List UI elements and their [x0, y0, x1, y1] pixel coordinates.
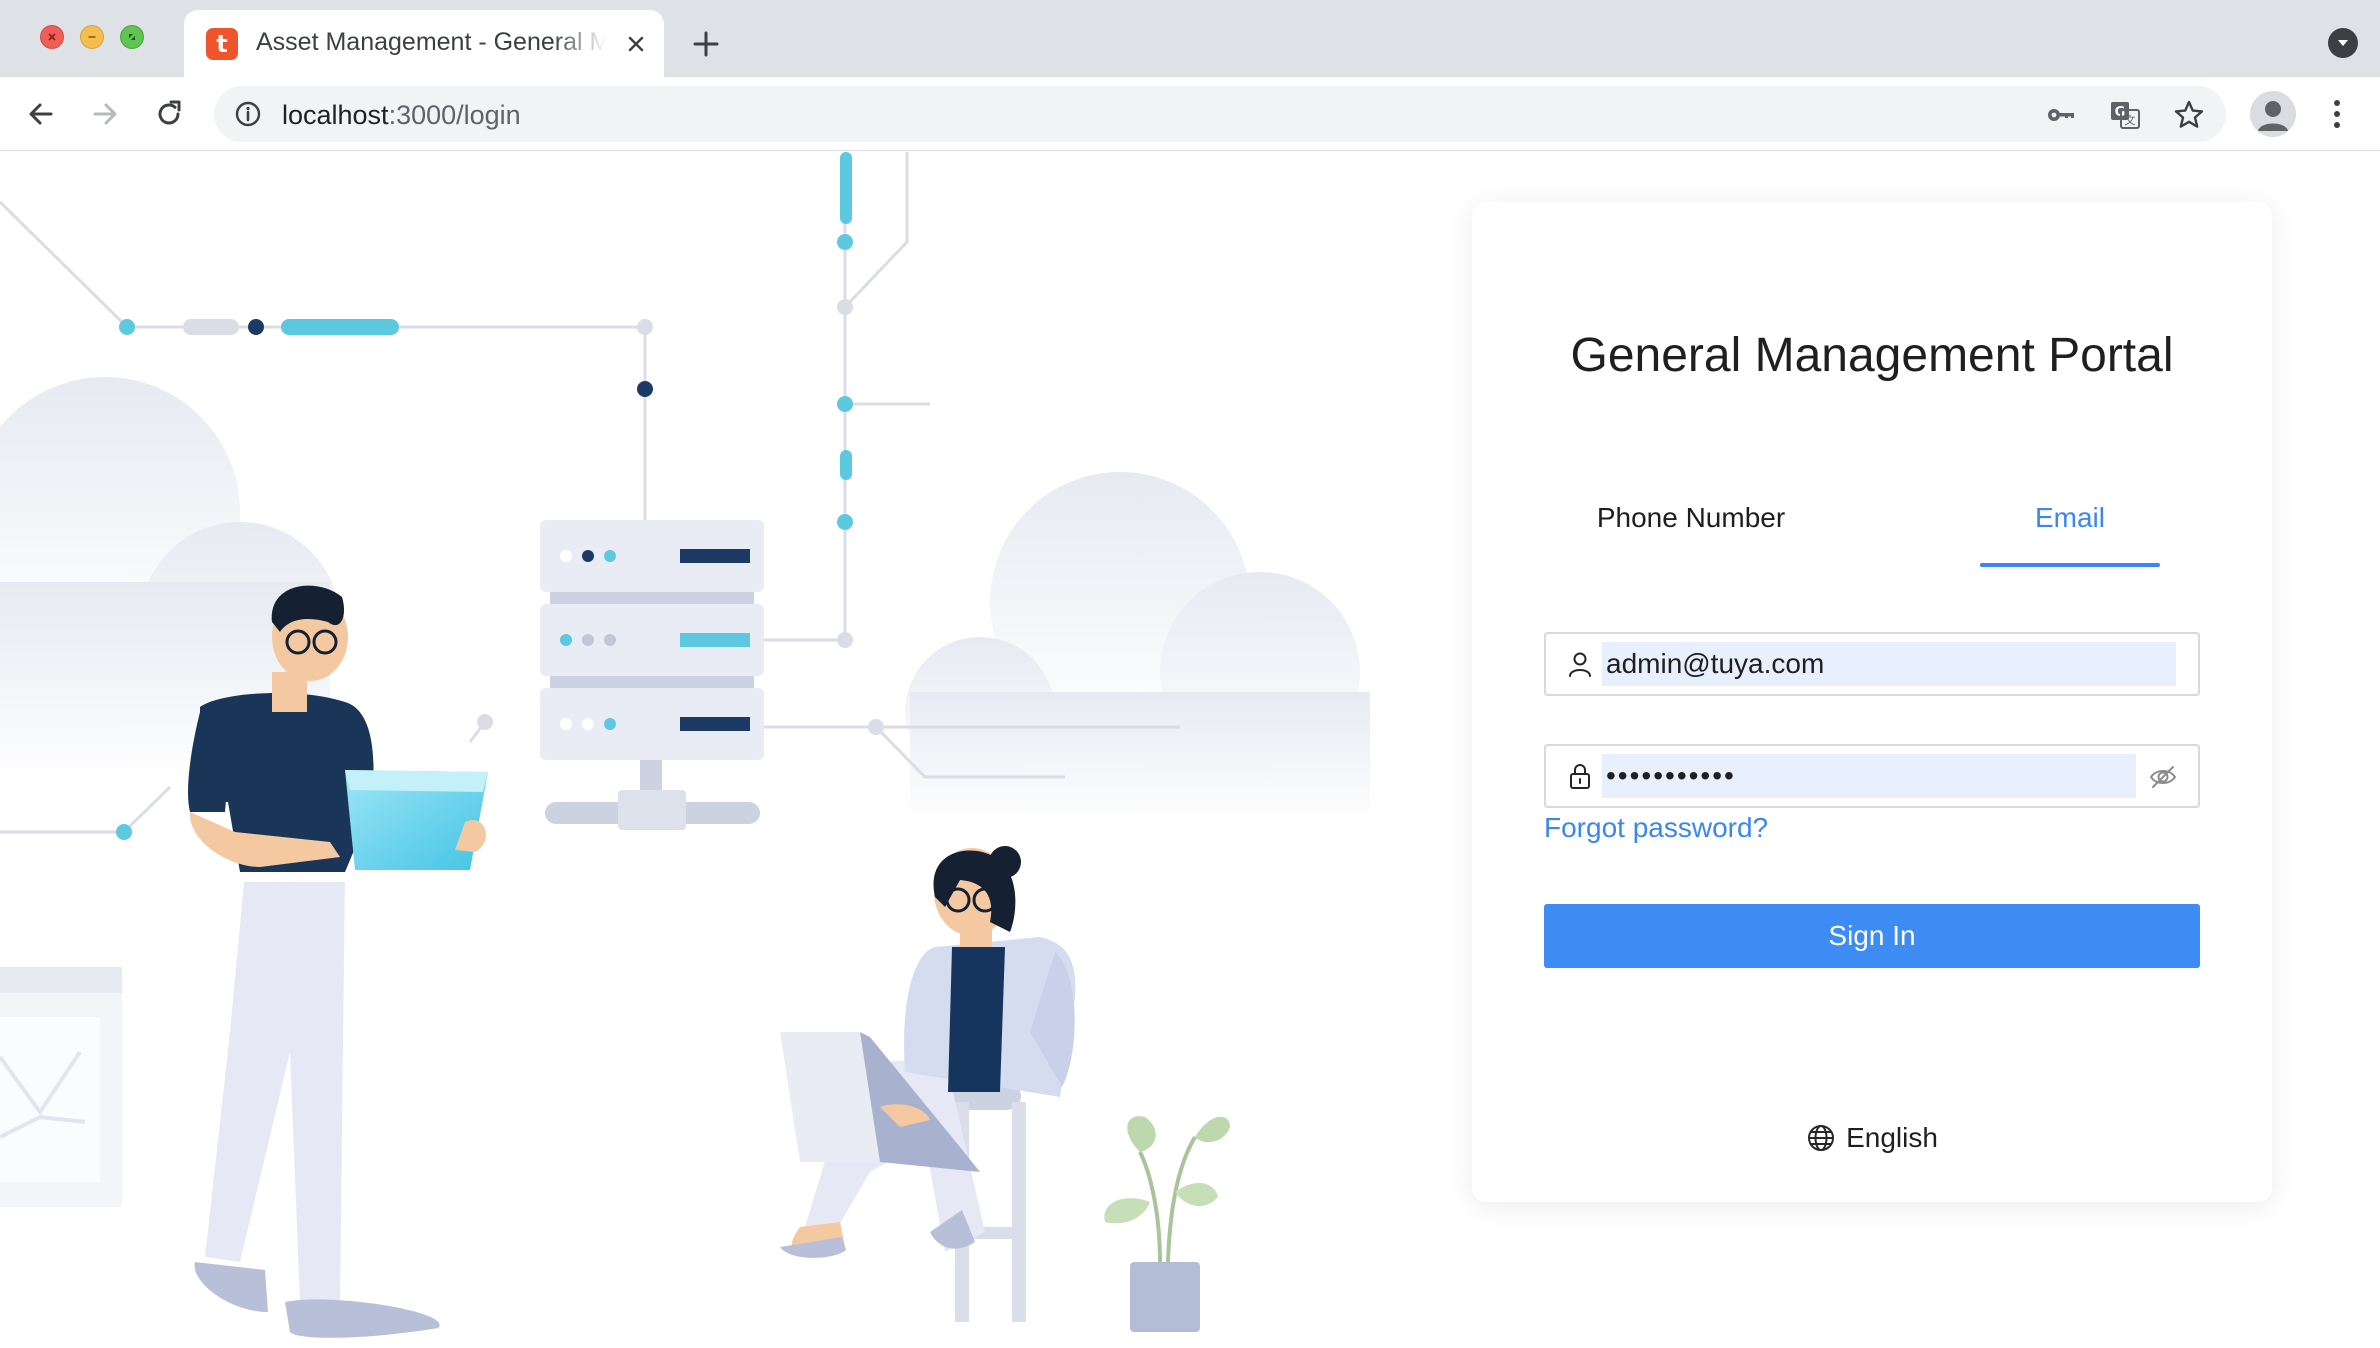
man-with-tablet: [188, 585, 488, 1338]
arrow-right-icon: [93, 103, 117, 125]
browser-tab[interactable]: t Asset Management - General Management …: [184, 10, 664, 77]
fullscreen-icon: [129, 34, 135, 40]
close-window-button[interactable]: [40, 25, 64, 49]
key-icon: [2048, 109, 2074, 121]
minimize-window-button[interactable]: [80, 25, 104, 49]
profile-button[interactable]: [2250, 91, 2296, 137]
url-text: localhost:3000/login: [282, 100, 521, 131]
language-selector[interactable]: English: [1472, 1122, 2272, 1154]
login-page: General Management Portal Phone Number E…: [0, 152, 2380, 1348]
browser-tab-strip: t Asset Management - General Management …: [0, 0, 2380, 77]
tuya-favicon-icon: t: [206, 28, 238, 60]
reload-icon: [158, 100, 181, 125]
forward-button[interactable]: [84, 93, 126, 135]
user-icon: [1569, 652, 1591, 677]
language-label: English: [1846, 1122, 1938, 1153]
tab-close-button[interactable]: [620, 28, 652, 60]
info-icon[interactable]: [234, 100, 262, 128]
avatar-icon: [2258, 101, 2288, 131]
office-illustration: [0, 152, 1370, 1338]
login-method-tabs: Phone Number Email: [1472, 502, 2272, 572]
lock-icon: [1570, 764, 1590, 789]
address-bar[interactable]: localhost:3000/login G文: [214, 86, 2226, 142]
potted-plant: [1104, 1116, 1230, 1332]
chevron-down-icon: [2338, 40, 2348, 46]
active-tab-indicator: [1980, 563, 2160, 567]
bookmark-star-button[interactable]: [2172, 98, 2206, 132]
page-title: General Management Portal: [1570, 329, 2174, 382]
tab-email[interactable]: Email: [1980, 502, 2160, 570]
new-tab-button[interactable]: [686, 24, 726, 64]
translate-button[interactable]: G文: [2108, 98, 2142, 132]
browser-menu-button[interactable]: [2320, 93, 2354, 135]
password-input[interactable]: [1602, 754, 2136, 798]
sign-in-button[interactable]: Sign In: [1544, 904, 2200, 968]
back-button[interactable]: [20, 93, 62, 135]
browser-toolbar: localhost:3000/login G文: [0, 77, 2380, 151]
reload-button[interactable]: [148, 93, 190, 135]
forgot-password-link[interactable]: Forgot password?: [1544, 812, 1768, 844]
password-field[interactable]: [1544, 744, 2200, 808]
arrow-left-icon: [29, 103, 53, 125]
cloud-right: [905, 472, 1370, 822]
server-rack: [540, 520, 764, 830]
eye-invisible-icon[interactable]: [2148, 762, 2178, 792]
globe-icon: [1808, 1125, 1835, 1151]
close-icon: [628, 36, 644, 52]
woman-with-laptop: [780, 846, 1076, 1322]
url-path: :3000/login: [388, 100, 521, 130]
login-card: General Management Portal Phone Number E…: [1472, 202, 2272, 1202]
minimize-icon: [88, 36, 96, 38]
email-input[interactable]: [1602, 642, 2176, 686]
tab-phone-number[interactable]: Phone Number: [1572, 502, 1810, 570]
plus-icon: [693, 31, 719, 57]
close-icon: [48, 33, 56, 41]
tab-title: Asset Management - General Management Po…: [256, 28, 606, 56]
translate-icon: G文: [2111, 102, 2140, 129]
tab-search-button[interactable]: [2328, 28, 2358, 58]
fullscreen-window-button[interactable]: [120, 25, 144, 49]
url-host: localhost: [282, 100, 389, 130]
svg-text:文: 文: [2125, 113, 2136, 127]
chart-panel: [0, 967, 122, 1207]
email-field[interactable]: [1544, 632, 2200, 696]
password-key-button[interactable]: [2044, 98, 2078, 132]
star-icon: [2174, 100, 2204, 128]
more-vert-icon: [2334, 100, 2340, 128]
